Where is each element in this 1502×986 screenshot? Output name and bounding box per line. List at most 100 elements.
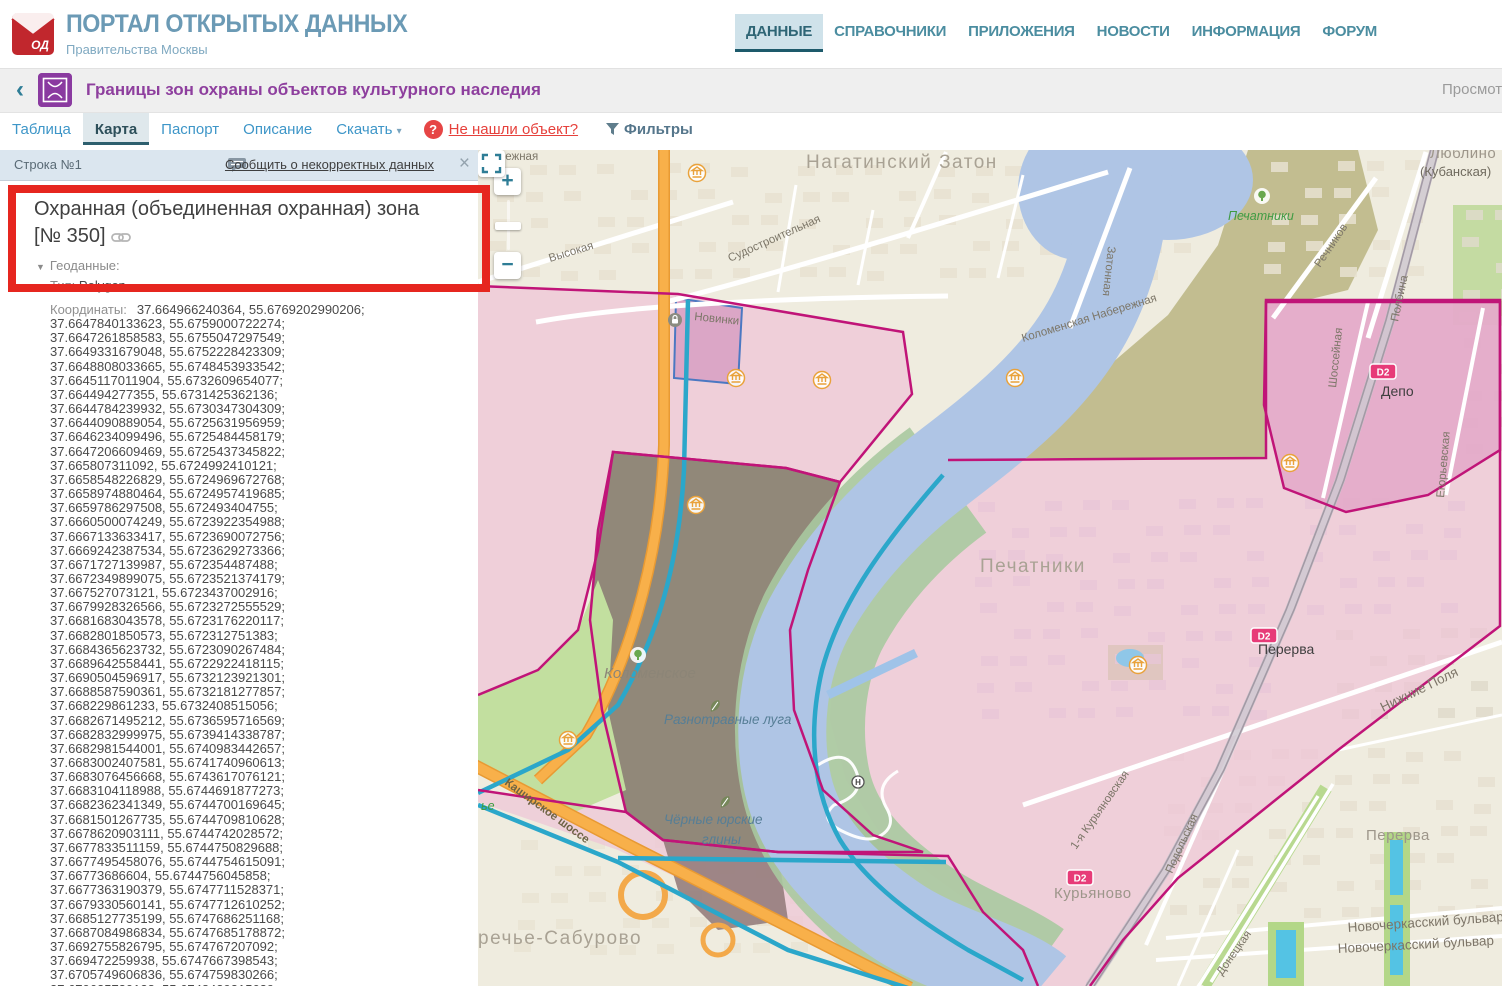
coordinate-line: 37.6647206609469, 55.6725437345822; — [50, 445, 470, 459]
coordinate-line: 37.6648808033665, 55.6748453933542; — [50, 360, 470, 374]
panel-header: Строка №1 Сообщить о некорректных данных… — [0, 150, 478, 181]
map-label: речье-Сабурово — [478, 928, 642, 949]
coordinate-line: 37.66773686604, 55.6744756045858; — [50, 869, 470, 883]
coordinate-line: 37.6647840133623, 55.6759000722274; — [50, 317, 470, 331]
triangle-down-icon: ▼ — [36, 262, 45, 272]
tree-icon — [1254, 188, 1270, 204]
svg-text:ОД: ОД — [31, 38, 49, 52]
map-canvas[interactable]: D2D2D2H бережнаяНагатинский ЗатонЛюблино… — [478, 150, 1502, 986]
map-label: Печатники — [1228, 209, 1294, 223]
museum-icon — [688, 497, 705, 514]
museum-icon — [1130, 657, 1147, 674]
dataset-tabs: ТаблицаКартаПаспортОписаниеСкачать ▾? Не … — [0, 113, 1502, 150]
coordinate-line: 37.6687084986834, 55.6747685178872; — [50, 926, 470, 940]
map-label: Разнотравные луга — [664, 712, 792, 727]
chevron-down-icon: ▾ — [397, 126, 402, 137]
top-navigation: ДАННЫЕСПРАВОЧНИКИПРИЛОЖЕНИЯНОВОСТИИНФОРМ… — [735, 14, 1388, 52]
coordinate-line: 37.6682362341349, 55.6744700169645; — [50, 798, 470, 812]
coordinate-line: 37.6672349899075, 55.6723521374179; — [50, 572, 470, 586]
map-label: Курьяново — [1054, 885, 1132, 902]
coordinate-line: 37.6677833511159, 55.6744750829688; — [50, 841, 470, 855]
coordinate-line: 37.6682801850573, 55.672312751383; — [50, 629, 470, 643]
map-label: Коломенское — [604, 665, 696, 682]
coordinate-line: 37.6683002407581, 55.6741740960613; — [50, 756, 470, 770]
coordinate-line: 37.6660500074249, 55.6723922354988; — [50, 515, 470, 529]
back-chevron-icon[interactable]: ‹ — [16, 76, 24, 104]
filters-button[interactable]: Фильтры — [606, 121, 693, 138]
map-label: Депо — [1381, 383, 1414, 399]
museum-icon — [689, 165, 706, 182]
nav-item-новости[interactable]: НОВОСТИ — [1086, 14, 1181, 52]
museum-icon — [814, 372, 831, 389]
nav-item-информация[interactable]: ИНФОРМАЦИЯ — [1181, 14, 1312, 52]
coordinate-line: 37.6679330560141, 55.6747712610252; — [50, 898, 470, 912]
infoH-icon: H — [852, 776, 864, 788]
coordinate-line: 37.6667133633417, 55.6723690072756; — [50, 530, 470, 544]
coordinate-line: 37.6658974880464, 55.6724957419685; — [50, 487, 470, 501]
coordinate-line: 37.6659786297508, 55.672493404755; — [50, 501, 470, 515]
map-label: Перерва — [1258, 641, 1314, 657]
fullscreen-button[interactable] — [478, 150, 505, 177]
coordinate-line: 37.6671727139987, 55.672354487488; — [50, 558, 470, 572]
close-icon[interactable]: × — [459, 153, 470, 175]
coordinate-line: 37.6649331679048, 55.6752228423309; — [50, 345, 470, 359]
map-label: Люблино — [1430, 150, 1496, 162]
tab-паспорт[interactable]: Паспорт — [149, 113, 231, 145]
coordinate-line: 37.6645117011904, 55.6732609654077; — [50, 374, 470, 388]
zoom-out-button[interactable]: − — [494, 252, 521, 279]
help-badge-icon[interactable]: ? — [424, 120, 443, 139]
geodata-toggle[interactable]: ▼Геоданные: — [36, 258, 120, 273]
coordinate-line: 37.6677363190379, 55.6747711528371; — [50, 883, 470, 897]
museum-icon — [728, 370, 745, 387]
geometry-type-row: Тип: Polygon — [50, 278, 126, 293]
zoom-slider-handle[interactable] — [495, 222, 521, 230]
coordinate-line: 37.6705749606836, 55.674759830266; — [50, 968, 470, 982]
nav-item-форум[interactable]: ФОРУМ — [1311, 14, 1388, 52]
not-found-link[interactable]: Не нашли объект? — [449, 121, 578, 138]
top-header: ОД ПОРТАЛ ОТКРЫТЫХ ДАННЫХ Правительства … — [0, 0, 1502, 69]
nav-item-данные[interactable]: ДАННЫЕ — [735, 14, 823, 52]
coordinate-line: 37.6646234099496, 55.6725484458179; — [50, 430, 470, 444]
coordinate-line: 37.667527073121, 55.6723437002916; — [50, 586, 470, 600]
coordinate-line: 37.6683104118988, 55.6744691877273; — [50, 784, 470, 798]
nav-item-приложения[interactable]: ПРИЛОЖЕНИЯ — [957, 14, 1086, 52]
svg-text:D2: D2 — [1377, 368, 1390, 379]
portal-logo-icon[interactable]: ОД — [10, 9, 58, 57]
row-label: Строка №1 — [14, 157, 82, 172]
coordinate-line: 37.664494277355, 55.6731425362136; — [50, 388, 470, 402]
museum-icon — [1282, 455, 1299, 472]
nav-item-справочники[interactable]: СПРАВОЧНИКИ — [823, 14, 957, 52]
svg-text:H: H — [855, 778, 861, 787]
coordinate-line: 37.6690504596917, 55.6732123921301; — [50, 671, 470, 685]
coordinates-list: Координаты:37.664966240364, 55.676920299… — [50, 303, 470, 986]
coordinate-line: 37.6678620903111, 55.6744742028572; — [50, 827, 470, 841]
views-label: Просмотр — [1442, 81, 1502, 98]
map-label: Чёрные юрские — [664, 812, 763, 827]
d2-icon: D2 — [1370, 364, 1396, 379]
object-title: Охранная (объединенная охранная) зона [№… — [34, 196, 436, 250]
tab-описание[interactable]: Описание — [231, 113, 324, 145]
map-label: Печатники — [980, 556, 1086, 577]
map-label: ье — [481, 799, 495, 813]
link-icon[interactable] — [111, 232, 131, 243]
map-label: глины — [702, 832, 741, 847]
dataset-header-bar: ‹ Границы зон охраны объектов культурног… — [0, 69, 1502, 113]
tab-карта[interactable]: Карта — [83, 113, 149, 145]
map-label: Перерва — [1366, 827, 1430, 844]
coordinate-line: 37.6644090889054, 55.6725631956959; — [50, 416, 470, 430]
coordinate-line: 37.6682832999975, 55.6739414338787; — [50, 728, 470, 742]
open-data-portal-page: ОД ПОРТАЛ ОТКРЫТЫХ ДАННЫХ Правительства … — [0, 0, 1502, 986]
coordinate-line: 37.670625720128, 55.6748429315629; — [50, 983, 470, 986]
coordinate-line: 37.6644784239932, 55.6730347304309; — [50, 402, 470, 416]
tab-download[interactable]: Скачать ▾ — [324, 113, 413, 145]
coordinate-line: 37.668229861233, 55.6732408515056; — [50, 699, 470, 713]
portal-subtitle: Правительства Москвы — [66, 42, 433, 57]
coordinate-line: 37.6692755826795, 55.674767207092; — [50, 940, 470, 954]
report-incorrect-data-link[interactable]: Сообщить о некорректных данных — [225, 157, 434, 172]
dataset-title: Границы зон охраны объектов культурного … — [86, 80, 541, 100]
coordinate-line: 37.665807311092, 55.6724992410121; — [50, 459, 470, 473]
coordinate-line: 37.6647261858583, 55.6755047297549; — [50, 331, 470, 345]
tab-таблица[interactable]: Таблица — [0, 113, 83, 145]
coordinates-label: Координаты: — [50, 302, 127, 317]
brand-block: ПОРТАЛ ОТКРЫТЫХ ДАННЫХ Правительства Мос… — [66, 10, 433, 57]
